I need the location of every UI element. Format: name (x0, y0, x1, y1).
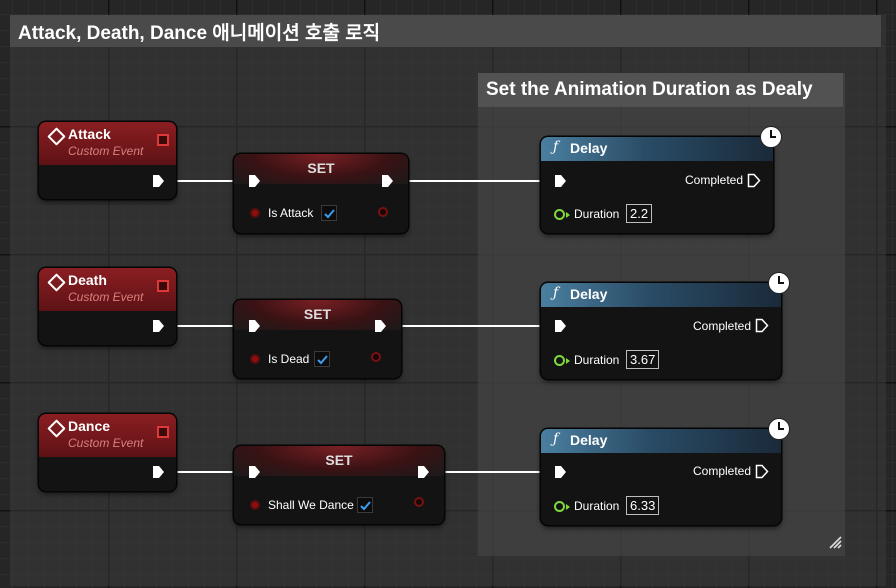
duration-label: Duration (574, 353, 620, 367)
event-node-header: Death Custom Event (39, 268, 176, 311)
event-node-header: Attack Custom Event (39, 122, 176, 165)
diamond-icon (47, 273, 66, 292)
completed-label: Completed (685, 173, 744, 187)
duration-label: Duration (574, 499, 620, 513)
bool-checkbox[interactable] (314, 351, 330, 367)
bool-out-pin-icon[interactable] (371, 352, 381, 362)
delay-node-header: ƒ Delay (541, 429, 781, 453)
custom-event-node-death[interactable]: Death Custom Event (39, 268, 176, 345)
event-subtitle: Custom Event (68, 436, 144, 450)
pin-arrow-icon (566, 504, 570, 510)
delay-node-header: ƒ Delay (541, 283, 781, 307)
bool-in-pin-icon[interactable] (250, 354, 260, 364)
function-icon: ƒ (553, 431, 559, 447)
set-node-is-attack[interactable]: SET (234, 154, 408, 233)
completed-label: Completed (693, 319, 752, 333)
completed-label: Completed (693, 464, 752, 478)
checkmark-icon (317, 355, 328, 365)
duration-input[interactable]: 3.67 (626, 350, 660, 369)
delay-title: Delay (570, 432, 608, 448)
event-name: Dance (68, 418, 111, 434)
delay-title: Delay (570, 286, 608, 302)
event-subtitle: Custom Event (68, 144, 144, 158)
set-node-header: SET (234, 446, 444, 476)
float-in-pin-icon[interactable] (554, 501, 565, 512)
delegate-pin-icon[interactable] (157, 134, 169, 146)
event-subtitle: Custom Event (68, 290, 144, 304)
event-name: Attack (68, 126, 111, 142)
variable-label: Is Attack (268, 206, 314, 220)
checkmark-icon (360, 501, 371, 511)
event-node-header: Dance Custom Event (39, 414, 176, 457)
clock-icon (760, 126, 782, 148)
float-in-pin-icon[interactable] (554, 209, 565, 220)
pin-arrow-icon (566, 358, 570, 364)
clock-icon (768, 272, 790, 294)
delegate-pin-icon[interactable] (157, 426, 169, 438)
diamond-icon (47, 419, 66, 438)
delegate-pin-icon[interactable] (157, 280, 169, 292)
bool-in-pin-icon[interactable] (250, 208, 260, 218)
delay-node-header: ƒ Delay (541, 137, 773, 161)
bool-out-pin-icon[interactable] (378, 207, 388, 217)
delay-title: Delay (570, 140, 608, 156)
duration-input[interactable]: 6.33 (626, 496, 660, 515)
duration-input[interactable]: 2.2 (626, 204, 653, 223)
set-node-shall-we-dance[interactable]: SET (234, 446, 444, 524)
function-icon: ƒ (553, 139, 559, 155)
custom-event-node-dance[interactable]: Dance Custom Event (39, 414, 176, 491)
pin-arrow-icon (566, 212, 570, 218)
bool-out-pin-icon[interactable] (414, 497, 424, 507)
diamond-icon (47, 127, 66, 146)
duration-label: Duration (574, 207, 620, 221)
bool-in-pin-icon[interactable] (250, 500, 260, 510)
float-in-pin-icon[interactable] (554, 355, 565, 366)
clock-icon (768, 418, 790, 440)
function-icon: ƒ (553, 285, 559, 301)
checkmark-icon (324, 209, 335, 219)
bool-checkbox[interactable] (321, 205, 337, 221)
event-name: Death (68, 272, 107, 288)
bool-checkbox[interactable] (357, 497, 373, 513)
variable-label: Is Dead (268, 352, 310, 366)
variable-label: Shall We Dance (268, 498, 354, 512)
